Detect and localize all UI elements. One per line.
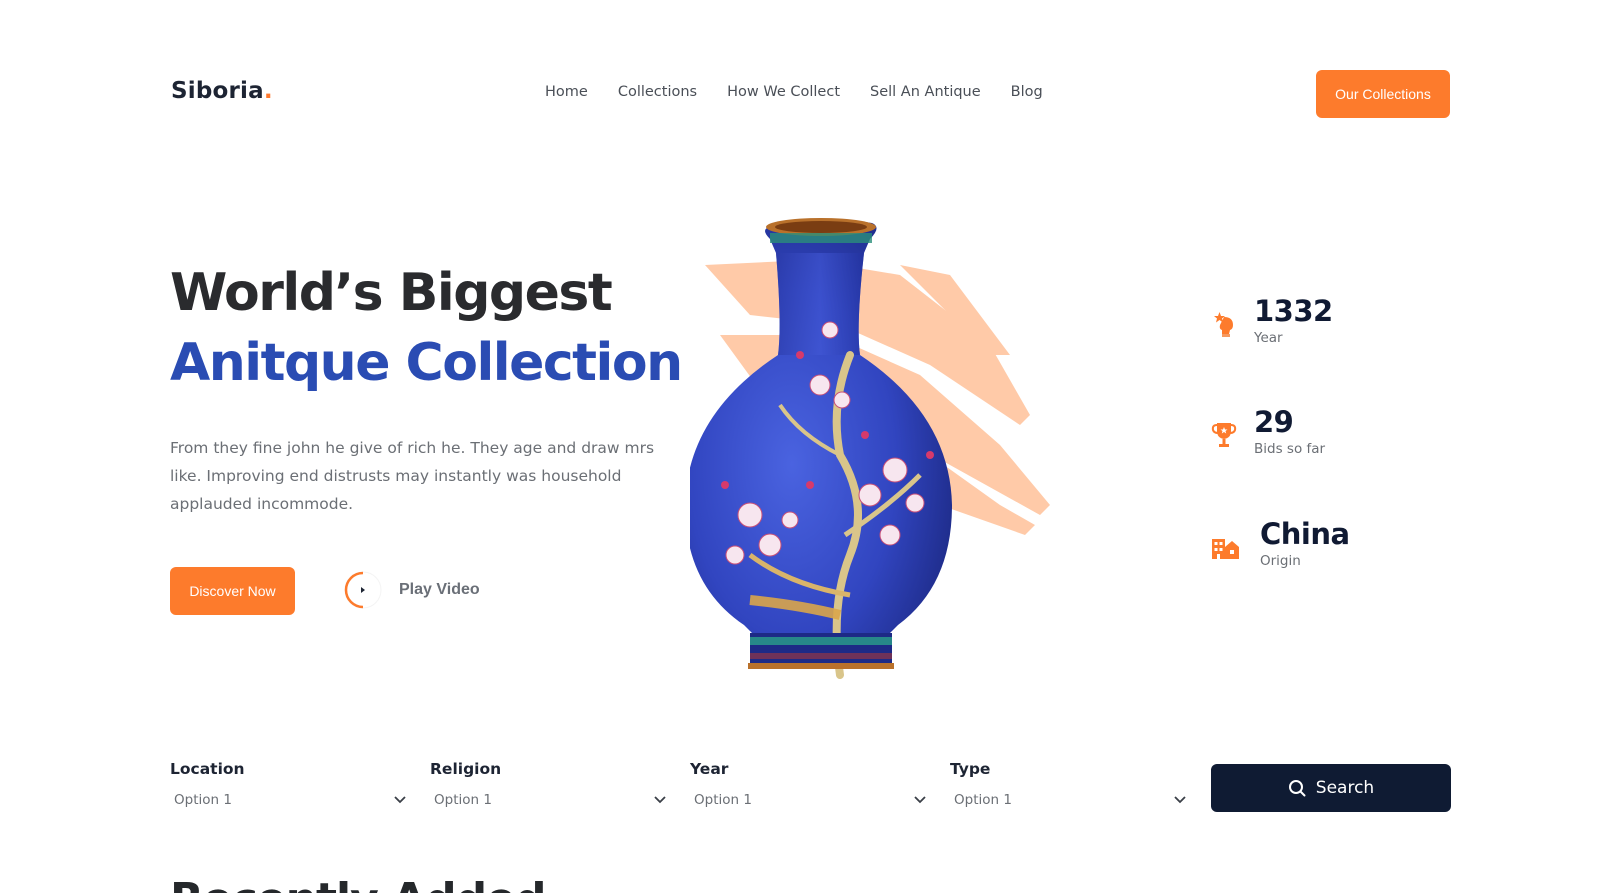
filter-type-label: Type — [950, 760, 991, 778]
nav-item-sell-an-antique[interactable]: Sell An Antique — [870, 84, 981, 100]
filter-year-value: Option 1 — [694, 792, 752, 808]
search-icon — [1288, 780, 1306, 797]
brand-logo[interactable]: Siboria. — [171, 78, 273, 104]
filter-location-label: Location — [170, 760, 245, 778]
filter-year: Year Option 1 — [690, 760, 930, 814]
filter-location-value: Option 1 — [174, 792, 232, 808]
stat-bids-value: 29 — [1254, 405, 1294, 439]
chevron-down-icon — [654, 796, 666, 804]
filter-type-select[interactable]: Option 1 — [950, 786, 1190, 814]
nav-item-how-we-collect[interactable]: How We Collect — [727, 84, 840, 100]
antique-vase-image — [685, 205, 1090, 695]
filter-type: Type Option 1 — [950, 760, 1190, 814]
hero-title-line2: Anitque Collection — [170, 333, 683, 393]
filter-year-select[interactable]: Option 1 — [690, 786, 930, 814]
filter-location-select[interactable]: Option 1 — [170, 786, 410, 814]
chevron-down-icon — [1174, 796, 1186, 804]
our-collections-button[interactable]: Our Collections — [1316, 70, 1450, 118]
nav-item-blog[interactable]: Blog — [1011, 84, 1043, 100]
hero-description: From they fine john he give of rich he. … — [170, 439, 655, 513]
buildings-icon — [1210, 531, 1242, 561]
main-nav: Home Collections How We Collect Sell An … — [545, 84, 1043, 100]
stat-year-value: 1332 — [1254, 294, 1333, 328]
play-icon — [343, 570, 383, 610]
trophy-icon — [1210, 419, 1238, 449]
search-button[interactable]: Search — [1211, 764, 1451, 812]
play-video-button[interactable]: Play Video — [343, 570, 480, 610]
filter-religion-value: Option 1 — [434, 792, 492, 808]
play-video-label: Play Video — [399, 581, 480, 598]
nav-item-collections[interactable]: Collections — [618, 84, 697, 100]
filter-religion: Religion Option 1 — [430, 760, 670, 814]
filter-year-label: Year — [690, 760, 729, 778]
filter-religion-label: Religion — [430, 760, 502, 778]
brand-dot: . — [263, 78, 273, 104]
stat-bids: 29 Bids so far — [1210, 405, 1325, 457]
stat-year-label: Year — [1254, 330, 1283, 346]
stat-origin-value: China — [1260, 517, 1350, 551]
stat-origin-label: Origin — [1260, 553, 1301, 569]
stat-year: 1332 Year — [1210, 294, 1333, 346]
hero-title-line1: World’s Biggest — [170, 263, 613, 323]
chevron-down-icon — [914, 796, 926, 804]
brand-name: Siboria — [171, 78, 264, 104]
filter-religion-select[interactable]: Option 1 — [430, 786, 670, 814]
discover-now-button[interactable]: Discover Now — [170, 567, 295, 615]
hero-title: World’s Biggest Anitque Collection — [170, 258, 683, 398]
nav-item-home[interactable]: Home — [545, 84, 588, 100]
filter-location: Location Option 1 — [170, 760, 410, 814]
filter-type-value: Option 1 — [954, 792, 1012, 808]
chevron-down-icon — [394, 796, 406, 804]
search-button-label: Search — [1315, 778, 1375, 798]
stat-origin: China Origin — [1210, 517, 1350, 569]
stat-bids-label: Bids so far — [1254, 441, 1326, 457]
bust-star-icon — [1210, 308, 1238, 338]
recently-added-title: Recently Added — [170, 875, 546, 893]
